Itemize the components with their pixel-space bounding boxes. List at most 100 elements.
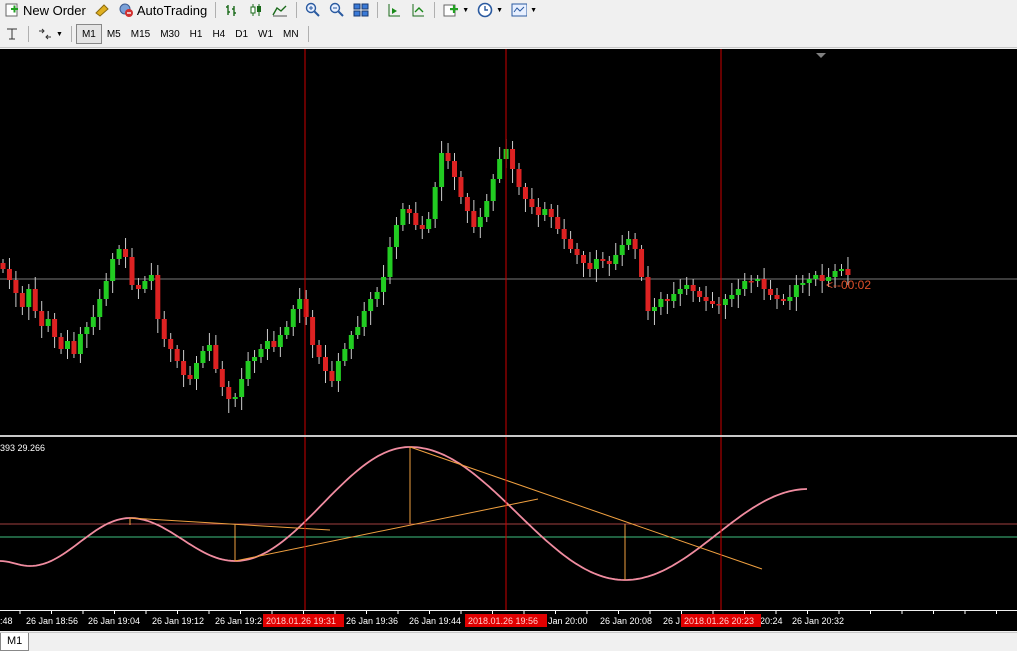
timeframe-mn[interactable]: MN xyxy=(278,25,304,43)
time-label: 26 Jan 19:04 xyxy=(88,616,140,626)
price-chart[interactable]: <--00:02 393 29.266 xyxy=(0,49,1017,610)
bear-candle xyxy=(161,319,167,339)
bear-candle xyxy=(516,169,522,187)
time-label: 26 Jan 19:44 xyxy=(409,616,461,626)
bull-candle xyxy=(90,317,96,327)
templates-button[interactable]: ▼ xyxy=(507,1,541,19)
zoom-out-button[interactable] xyxy=(325,1,349,19)
trendline xyxy=(234,498,539,562)
bull-candle xyxy=(613,255,619,264)
bear-candle xyxy=(123,249,129,257)
zoom-in-icon xyxy=(305,2,321,18)
bear-candle xyxy=(155,275,161,319)
toolbar-separator xyxy=(307,26,309,42)
oscillator-layer xyxy=(0,446,808,581)
bull-candle xyxy=(348,335,354,349)
bull-candle xyxy=(619,245,625,255)
indicators-button[interactable]: ▼ xyxy=(439,1,473,19)
tile-windows-button[interactable] xyxy=(349,1,373,19)
bear-candle xyxy=(561,229,567,239)
bear-candle xyxy=(819,275,825,281)
bull-candle xyxy=(484,201,490,217)
chart-tabs-bar: M1 xyxy=(0,632,1017,651)
autotrading-button[interactable]: AutoTrading xyxy=(114,1,211,19)
zoom-out-icon xyxy=(329,2,345,18)
bull-candle xyxy=(84,327,90,334)
bear-candle xyxy=(697,291,703,297)
timeframe-m15[interactable]: M15 xyxy=(126,25,155,43)
timeframe-h1[interactable]: H1 xyxy=(185,25,208,43)
bear-candle xyxy=(19,293,25,307)
bear-candle xyxy=(174,349,180,361)
bear-candle xyxy=(664,299,670,301)
bull-candle xyxy=(116,249,122,259)
zoom-in-button[interactable] xyxy=(301,1,325,19)
bear-candle xyxy=(168,339,174,349)
bear-candle xyxy=(522,187,528,199)
bull-candle xyxy=(800,283,806,285)
bull-candle xyxy=(26,289,32,307)
bull-candle xyxy=(684,285,690,289)
bear-candle xyxy=(303,299,309,317)
cursor-time-label: 2018.01.26 19:56 xyxy=(468,616,538,626)
oscillator-line xyxy=(0,446,808,581)
bear-candle xyxy=(445,153,451,161)
bear-candle xyxy=(39,311,45,326)
chart-tab[interactable]: M1 xyxy=(0,633,30,651)
bear-candle xyxy=(464,197,470,211)
candlestick-button[interactable] xyxy=(244,1,268,19)
bear-candle xyxy=(471,211,477,227)
chart-window[interactable]: <--00:02 393 29.266 xyxy=(0,49,1017,610)
timeframe-m5[interactable]: M5 xyxy=(102,25,126,43)
text-cursor-icon xyxy=(4,26,20,42)
main-toolbar: New Order AutoTrading ▼ ▼ ▼ xyxy=(0,0,1017,20)
bull-candle xyxy=(400,209,406,225)
timeframe-m30[interactable]: M30 xyxy=(155,25,184,43)
bull-candle xyxy=(832,271,838,277)
bull-candle xyxy=(542,209,548,215)
bear-candle xyxy=(213,345,219,369)
bear-candle xyxy=(529,199,535,207)
metaeditor-button[interactable] xyxy=(90,1,114,19)
clock-icon xyxy=(477,2,493,18)
autoscroll-button[interactable] xyxy=(406,1,430,19)
bear-candle xyxy=(510,149,516,169)
timeframe-m1[interactable]: M1 xyxy=(75,24,102,44)
chart-shift-button[interactable] xyxy=(382,1,406,19)
time-label: 26 Jan 18:56 xyxy=(26,616,78,626)
bull-candle xyxy=(658,299,664,307)
line-chart-icon xyxy=(272,2,288,18)
bull-candle xyxy=(735,289,741,295)
autoscroll-icon xyxy=(410,2,426,18)
indicator-panel-divider[interactable] xyxy=(0,435,1017,437)
line-chart-button[interactable] xyxy=(268,1,292,19)
bull-candle xyxy=(368,299,374,311)
new-order-button[interactable]: New Order xyxy=(0,1,90,19)
bull-candle xyxy=(342,349,348,361)
bear-candle xyxy=(845,269,851,275)
periods-button[interactable]: ▼ xyxy=(473,1,507,19)
timeframe-h4[interactable]: H4 xyxy=(207,25,230,43)
bear-candle xyxy=(219,369,225,387)
bar-chart-button[interactable] xyxy=(220,1,244,19)
dropdown-arrow-icon: ▼ xyxy=(530,6,538,14)
bull-candle xyxy=(497,159,503,179)
bull-candle xyxy=(335,361,341,381)
bear-candle xyxy=(52,319,58,337)
bear-candle xyxy=(413,213,419,225)
bear-candle xyxy=(406,209,412,213)
bear-candle xyxy=(310,317,316,345)
bull-candle xyxy=(432,187,438,219)
timeframe-w1[interactable]: W1 xyxy=(253,25,278,43)
bull-candle xyxy=(200,351,206,363)
trendline xyxy=(409,446,763,570)
crosshair-button[interactable] xyxy=(0,25,24,43)
arrows-button[interactable]: ▼ xyxy=(33,25,67,43)
tile-windows-icon xyxy=(353,2,369,18)
autotrading-label: AutoTrading xyxy=(136,2,208,18)
timeframe-d1[interactable]: D1 xyxy=(230,25,253,43)
chart-shift-marker-icon xyxy=(816,53,826,58)
bear-candle xyxy=(181,361,187,375)
time-label: 26 J xyxy=(663,616,680,626)
bull-candle xyxy=(277,335,283,347)
